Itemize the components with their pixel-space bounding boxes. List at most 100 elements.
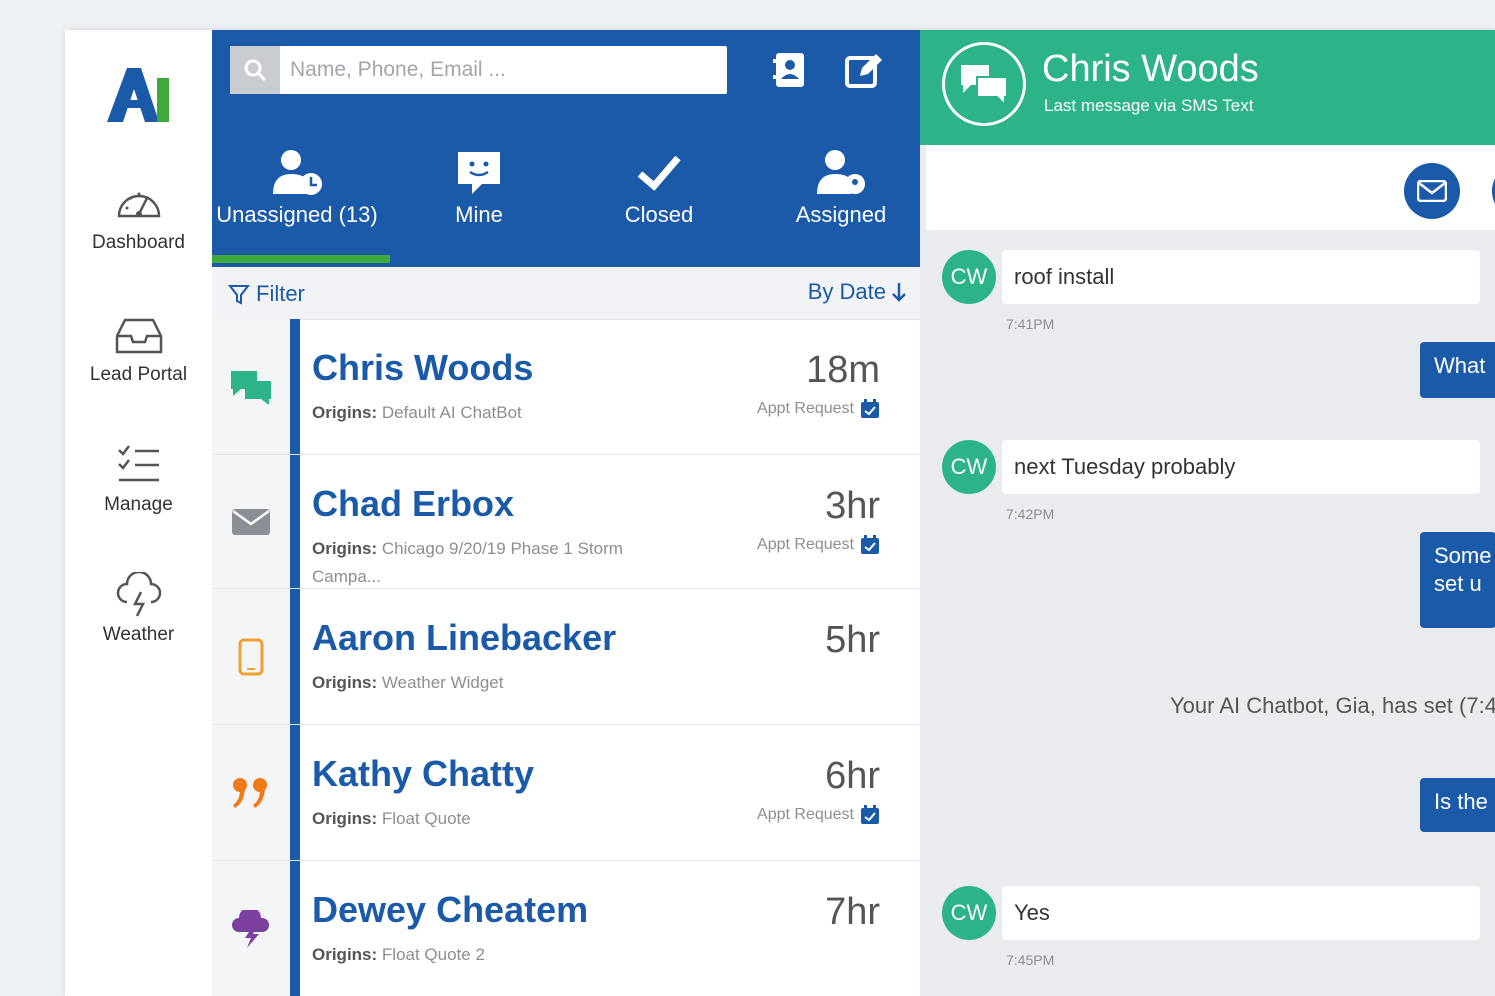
funnel-icon — [228, 285, 250, 305]
origin-label: Origins: — [312, 403, 378, 422]
tab-closed[interactable]: Closed — [574, 148, 744, 228]
nav-label: Weather — [102, 624, 175, 645]
check-icon — [637, 155, 681, 191]
appt-label: Appt Request — [757, 806, 854, 823]
nav-label: Lead Portal — [89, 364, 188, 385]
channel-cell — [212, 319, 290, 454]
contact-avatar: CW — [942, 886, 996, 940]
appt-request: Appt Request — [757, 399, 880, 419]
user-clock-icon — [273, 150, 322, 195]
lead-row[interactable]: Chris Woods Origins: Default AI ChatBot … — [212, 319, 920, 455]
origin-label: Origins: — [312, 809, 378, 828]
lead-name: Chris Woods — [312, 347, 534, 388]
lead-origin: Origins: Default AI ChatBot — [312, 399, 652, 427]
appt-request: Appt Request — [757, 805, 880, 825]
lead-age: 3hr — [825, 485, 880, 527]
message-text: roof install — [1002, 250, 1480, 304]
filter-label: Filter — [256, 281, 305, 306]
chat-user-icon — [458, 152, 500, 194]
sort-by-date-button[interactable]: By Date — [808, 279, 908, 305]
channel-cell — [212, 725, 290, 860]
message-time: 7:42PM — [1006, 506, 1055, 522]
message-time: 7:41PM — [1006, 316, 1055, 332]
lead-name: Aaron Linebacker — [312, 617, 617, 658]
lead-list-panel: Unassigned (13) Mine Closed Assigned Fil… — [212, 30, 920, 996]
appt-label: Appt Request — [757, 536, 854, 553]
lead-name: Kathy Chatty — [312, 753, 535, 794]
lead-row[interactable]: Kathy Chatty Origins: Float Quote 6hr Ap… — [212, 725, 920, 861]
chat-panel: Chris Woods Last message via SMS Text CW… — [920, 30, 1495, 996]
tab-label: Assigned — [795, 202, 887, 227]
calendar-icon — [861, 805, 879, 824]
channel-cell — [212, 455, 290, 588]
lead-age: 6hr — [825, 755, 880, 797]
outgoing-message: Some set u — [1420, 532, 1495, 628]
chat-bubbles-icon — [961, 65, 1008, 105]
outgoing-message: What — [1420, 342, 1495, 398]
appt-request: Appt Request — [757, 535, 880, 555]
nav-manage[interactable]: Manage — [65, 442, 212, 516]
lead-name: Chad Erbox — [312, 483, 515, 524]
message-text: next Tuesday probably — [1002, 440, 1480, 494]
chat-avatar — [942, 42, 1026, 126]
lead-row[interactable]: Aaron Linebacker Origins: Weather Widget… — [212, 589, 920, 725]
search-icon[interactable] — [230, 46, 280, 94]
contacts-button[interactable] — [768, 48, 812, 92]
tab-label: Closed — [624, 202, 694, 227]
lead-list: Chris Woods Origins: Default AI ChatBot … — [212, 319, 920, 996]
chat-last-channel: Last message via SMS Text — [1044, 96, 1254, 115]
calendar-icon — [861, 535, 879, 554]
edit-icon — [845, 54, 882, 88]
app-window: Dashboard Lead Portal Manage Weather Nam… — [65, 30, 1495, 996]
ai-logo[interactable] — [103, 64, 173, 126]
origin-value: Weather Widget — [381, 673, 504, 692]
message-time: 7:45PM — [1006, 952, 1055, 968]
speedometer-icon — [117, 192, 160, 218]
user-assigned-icon — [817, 150, 865, 194]
row-accent-bar — [290, 589, 300, 724]
lead-name: Dewey Cheatem — [312, 889, 589, 930]
list-header: Unassigned (13) Mine Closed Assigned — [212, 30, 920, 267]
lead-origin: Origins: Float Quote — [312, 805, 652, 833]
origin-label: Origins: — [312, 673, 378, 692]
contact-avatar: CW — [942, 250, 996, 304]
lead-age: 7hr — [825, 891, 880, 933]
search-box — [230, 46, 727, 94]
tab-unassigned[interactable]: Unassigned (13) — [212, 148, 382, 228]
lead-row[interactable]: Chad Erbox Origins: Chicago 9/20/19 Phas… — [212, 455, 920, 589]
tab-assigned[interactable]: Assigned — [756, 148, 926, 228]
phone-icon — [238, 638, 264, 675]
outgoing-message: Is the — [1420, 778, 1495, 832]
arrow-down-icon — [892, 283, 906, 302]
filter-button[interactable]: Filter — [228, 281, 305, 307]
search-input[interactable] — [280, 57, 712, 83]
lead-age: 5hr — [825, 619, 880, 661]
tab-label: Unassigned (13) — [216, 202, 378, 227]
filter-bar: Filter By Date — [212, 267, 920, 320]
storm-icon — [232, 909, 270, 948]
sort-label: By Date — [807, 279, 886, 304]
calendar-icon — [861, 399, 879, 418]
contact-avatar: CW — [942, 440, 996, 494]
compose-button[interactable] — [842, 48, 886, 92]
origin-label: Origins: — [312, 539, 378, 558]
lead-row[interactable]: Dewey Cheatem Origins: Float Quote 2 7hr — [212, 861, 920, 996]
lead-origin: Origins: Chicago 9/20/19 Phase 1 Storm C… — [312, 535, 652, 591]
nav-label: Dashboard — [92, 232, 185, 253]
envelope-icon — [232, 508, 270, 535]
origin-label: Origins: — [312, 945, 378, 964]
appt-label: Appt Request — [757, 400, 854, 417]
nav-weather[interactable]: Weather — [65, 572, 212, 646]
email-button[interactable] — [1404, 163, 1460, 219]
lead-origin: Origins: Float Quote 2 — [312, 941, 652, 969]
row-accent-bar — [290, 319, 300, 454]
tab-mine[interactable]: Mine — [394, 148, 564, 228]
row-accent-bar — [290, 725, 300, 860]
chat-contact-name: Chris Woods — [1042, 48, 1259, 90]
envelope-icon — [1417, 180, 1447, 202]
nav-lead-portal[interactable]: Lead Portal — [65, 312, 212, 386]
nav-label: Manage — [104, 494, 173, 515]
channel-cell — [212, 589, 290, 724]
contact-card-icon — [773, 53, 804, 87]
nav-dashboard[interactable]: Dashboard — [65, 180, 212, 254]
